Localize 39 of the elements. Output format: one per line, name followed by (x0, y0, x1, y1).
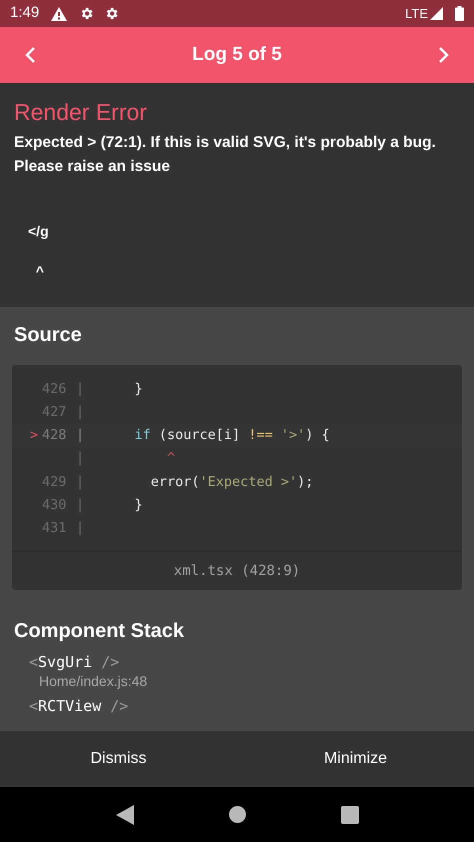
chevron-right-icon (438, 46, 450, 64)
gutter-label: | (76, 402, 84, 422)
code-line: if (source[i] !== '>') { (134, 426, 330, 446)
battery-icon (455, 6, 464, 21)
error-message: Expected > (72:1). If this is valid SVG, it's probably a bug. Please raise an issue (14, 133, 437, 177)
action-button[interactable]: Minimize (237, 731, 474, 787)
line-marker: > (30, 426, 38, 446)
gutter-label: | (76, 426, 84, 446)
line-number: 428 (42, 426, 66, 446)
log-title: Log 5 of 5 (192, 42, 282, 67)
error-title: Render Error (14, 99, 148, 125)
source-title: Source (13, 323, 83, 348)
code-line: } (134, 496, 143, 515)
gutter-label: | (76, 449, 84, 468)
back-icon[interactable] (116, 804, 134, 824)
recents-icon[interactable] (340, 806, 358, 824)
component-name: <SvgUri /> (29, 652, 120, 672)
gutter-label: | (76, 380, 84, 399)
status-time: 1:49 (10, 3, 40, 24)
code-line: error('Expected >'); (150, 472, 314, 492)
stack-title: Component Stack (13, 619, 186, 644)
action-button[interactable]: Dismiss (0, 731, 237, 787)
gutter-label: | (76, 496, 84, 515)
home-icon[interactable] (228, 806, 246, 823)
chevron-left-icon (24, 46, 36, 64)
signal-icon (430, 7, 443, 20)
code-line: ^ (166, 449, 176, 468)
component-name: <RCTView /> (29, 696, 130, 716)
gutter-label: | (76, 519, 84, 538)
code-line: } (134, 380, 143, 399)
component-location: Home/index.js:48 (38, 672, 148, 690)
error-code-line: </g (28, 222, 49, 241)
error-code-line: ^ (34, 262, 44, 281)
warning-icon (51, 6, 68, 20)
network-type: LTE (405, 4, 428, 23)
gear-icon (79, 6, 94, 21)
gutter-label: | (76, 472, 84, 492)
file-location: xml.tsx (428:9) (174, 562, 300, 581)
gear-icon (104, 6, 120, 21)
